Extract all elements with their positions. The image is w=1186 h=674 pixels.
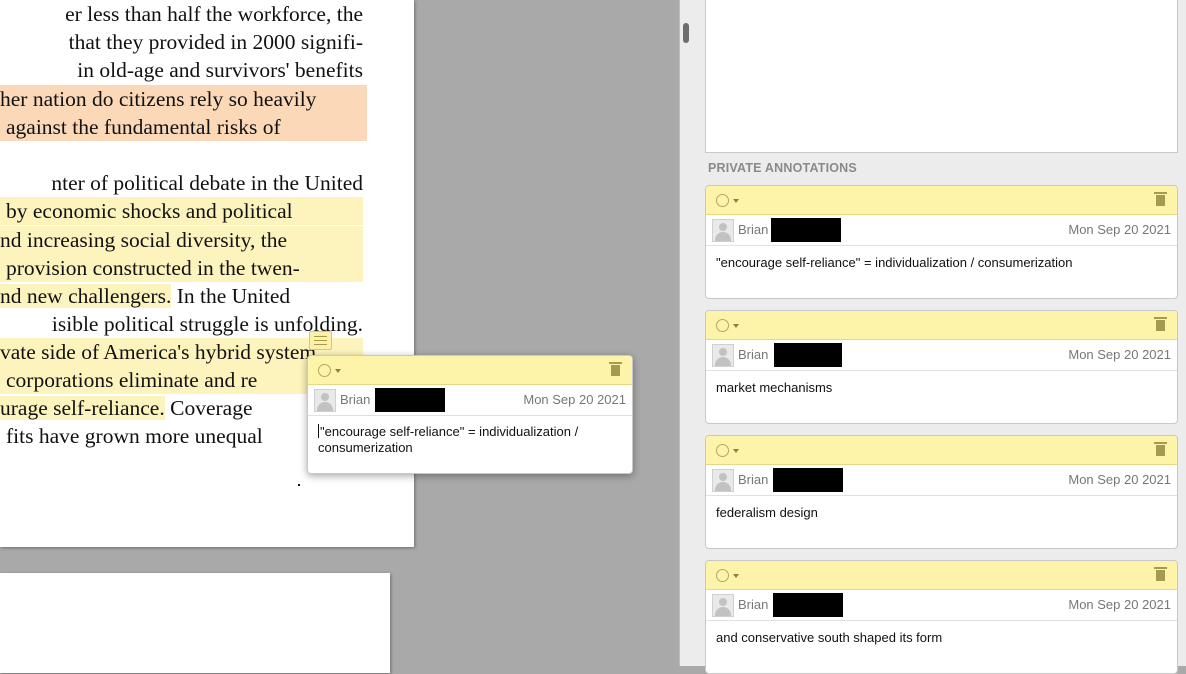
doc-line-highlight[interactable]: her nation do citizens rely so heavily (0, 85, 367, 113)
caret-down-icon[interactable] (733, 574, 739, 578)
doc-line: er less than half the workforce, the (65, 2, 363, 26)
annotation-popup[interactable]: Brian Mon Sep 20 2021 "encourage self-re… (307, 355, 633, 474)
annotation-author-row: Brian Mon Sep 20 2021 (706, 215, 1177, 246)
author-name: Brian (738, 347, 769, 362)
annotation-date: Mon Sep 20 2021 (1068, 472, 1171, 487)
circle-icon[interactable] (716, 319, 729, 332)
annotation-author-row: Brian Mon Sep 20 2021 (308, 385, 632, 416)
doc-line-text: corporations eliminate and re (6, 368, 258, 392)
doc-line: fits have grown more unequal (6, 424, 263, 448)
doc-line-highlight[interactable]: by economic shocks and political (0, 197, 363, 225)
annotation-date: Mon Sep 20 2021 (523, 392, 626, 407)
doc-line-highlight[interactable]: against the fundamental risks of (0, 113, 367, 141)
doc-line-text: by economic shocks and political (6, 199, 293, 223)
annotation-card[interactable]: Brian Mon Sep 20 2021 federalism design (705, 435, 1178, 549)
caret-down-icon[interactable] (733, 449, 739, 453)
circle-icon[interactable] (716, 194, 729, 207)
scrollbar-thumb[interactable] (683, 23, 689, 43)
avatar-icon (712, 219, 734, 242)
caret-down-icon[interactable] (733, 324, 739, 328)
redaction-bar (773, 593, 843, 617)
doc-line-text: provision constructed in the twen- (6, 256, 300, 280)
pdf-page-next (0, 573, 390, 673)
avatar-icon (712, 469, 734, 492)
redaction-bar (773, 468, 843, 492)
annotation-date: Mon Sep 20 2021 (1068, 222, 1171, 237)
circle-icon[interactable] (318, 364, 331, 377)
annotation-card-header (706, 311, 1177, 340)
annotation-text: "encourage self-reliance" = individualiz… (318, 424, 579, 455)
redaction-bar (774, 343, 842, 367)
annotation-text[interactable]: federalism design (706, 496, 1177, 521)
page-dot (298, 484, 300, 486)
doc-line: that they provided in 2000 signifi- (68, 30, 363, 54)
avatar-icon (712, 594, 734, 617)
trash-icon[interactable] (1154, 192, 1167, 206)
doc-line-highlight[interactable]: nd increasing social diversity, the (0, 226, 363, 254)
annotation-author-row: Brian Mon Sep 20 2021 (706, 465, 1177, 496)
redaction-bar (375, 388, 445, 412)
annotation-card-header (706, 186, 1177, 215)
author-name: Brian (340, 392, 371, 407)
annotation-card[interactable]: Brian Mon Sep 20 2021 "encourage self-re… (705, 185, 1178, 299)
note-icon[interactable] (309, 331, 332, 350)
trash-icon[interactable] (1154, 567, 1167, 581)
doc-line-text: nd increasing social diversity, the (0, 228, 287, 252)
doc-line: urage self-reliance. Coverage (0, 394, 253, 422)
doc-line-highlight[interactable]: nd new challengers. (0, 284, 172, 308)
doc-line-text: Coverage (164, 396, 253, 420)
doc-line-highlight[interactable]: corporations eliminate and re (0, 366, 310, 394)
redaction-bar (771, 218, 841, 242)
trash-icon[interactable] (1154, 442, 1167, 456)
trash-icon[interactable] (609, 362, 622, 376)
annotation-card-header (706, 436, 1177, 465)
annotation-card[interactable]: Brian Mon Sep 20 2021 market mechanisms (705, 310, 1178, 424)
text-cursor (318, 424, 319, 438)
author-name: Brian (738, 222, 769, 237)
annotation-author-row: Brian Mon Sep 20 2021 (706, 340, 1177, 371)
annotation-card-header (706, 561, 1177, 590)
annotation-date: Mon Sep 20 2021 (1068, 347, 1171, 362)
circle-icon[interactable] (716, 569, 729, 582)
annotation-date: Mon Sep 20 2021 (1068, 597, 1171, 612)
avatar-icon (314, 389, 336, 412)
avatar-icon (712, 344, 734, 367)
doc-line: nter of political debate in the United (51, 171, 363, 195)
doc-line: in old-age and survivors' benefits (77, 58, 363, 82)
doc-line-text: against the fundamental risks of (6, 115, 281, 139)
trash-icon[interactable] (1154, 317, 1167, 331)
caret-down-icon[interactable] (335, 369, 341, 373)
doc-line-text: vate side of America's hybrid system (0, 340, 317, 364)
annotation-author-row: Brian Mon Sep 20 2021 (706, 590, 1177, 621)
document-viewer[interactable]: er less than half the workforce, the tha… (0, 0, 679, 673)
annotation-text[interactable]: and conservative south shaped its form (706, 621, 1177, 646)
section-title: PRIVATE ANNOTATIONS (708, 161, 857, 175)
circle-icon[interactable] (716, 444, 729, 457)
doc-line-highlight[interactable]: urage self-reliance. (0, 396, 165, 420)
annotation-popup-header (308, 356, 632, 385)
annotation-text[interactable]: "encourage self-reliance" = individualiz… (706, 246, 1177, 271)
annotation-text[interactable]: market mechanisms (706, 371, 1177, 396)
annotation-card[interactable]: Brian Mon Sep 20 2021 and conservative s… (705, 560, 1178, 674)
doc-line-text: her nation do citizens rely so heavily (0, 87, 317, 111)
caret-down-icon[interactable] (733, 199, 739, 203)
author-name: Brian (738, 472, 769, 487)
doc-line-highlight[interactable]: provision constructed in the twen- (0, 254, 363, 282)
notes-box[interactable] (705, 0, 1178, 153)
doc-line-text: In the United (171, 284, 291, 308)
author-name: Brian (738, 597, 769, 612)
annotation-text-editor[interactable]: "encourage self-reliance" = individualiz… (308, 416, 632, 456)
doc-line: nd new challengers. In the United (0, 282, 290, 310)
